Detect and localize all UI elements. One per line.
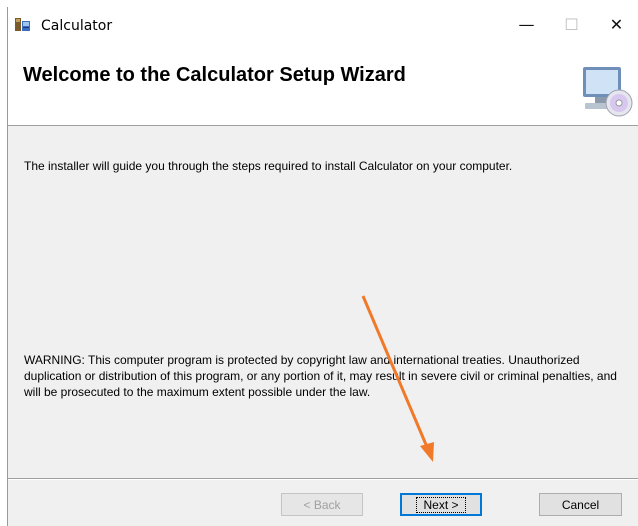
computer-cd-icon (583, 67, 633, 117)
minimize-icon: — (518, 15, 535, 34)
intro-text: The installer will guide you through the… (24, 159, 513, 173)
page-title: Welcome to the Calculator Setup Wizard (23, 64, 406, 86)
warning-text: WARNING: This computer program is protec… (24, 353, 617, 399)
close-button[interactable]: ✕ (594, 7, 638, 42)
footer-divider (8, 478, 638, 480)
wizard-header: Welcome to the Calculator Setup Wizard (8, 42, 638, 126)
next-button-label: Next > (416, 496, 466, 513)
back-button[interactable]: < Back (281, 493, 363, 516)
back-button-label: < Back (303, 497, 341, 512)
title-bar[interactable]: Calculator — ☐ ✕ (8, 7, 638, 42)
cancel-button[interactable]: Cancel (539, 493, 622, 516)
close-icon: ✕ (609, 15, 624, 34)
maximize-button[interactable]: ☐ (549, 7, 594, 42)
wizard-body: The installer will guide you through the… (8, 126, 638, 466)
minimize-button[interactable]: — (504, 7, 549, 42)
maximize-icon: ☐ (564, 15, 579, 34)
installer-app-icon (15, 18, 30, 31)
setup-wizard-window: Calculator — ☐ ✕ Welcome to the Calculat… (7, 7, 638, 526)
cancel-button-label: Cancel (561, 497, 600, 512)
window-title: Calculator (41, 18, 113, 34)
next-button[interactable]: Next > (400, 493, 482, 516)
